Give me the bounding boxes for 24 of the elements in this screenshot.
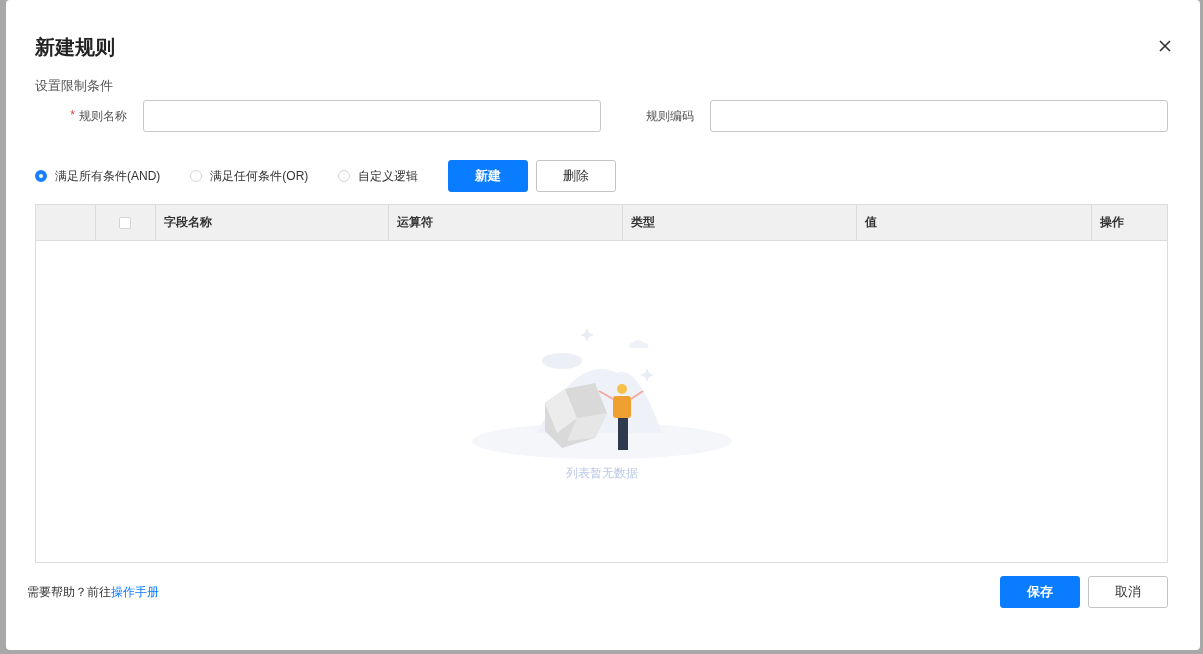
column-header: 操作	[1099, 214, 1126, 231]
secondary-button[interactable]: 取消	[1088, 576, 1168, 608]
column-header: 字段名称	[155, 205, 390, 240]
column-header: 运算符	[389, 205, 623, 240]
radio-option[interactable]: 自定义逻辑	[338, 167, 419, 185]
column-header: 值	[856, 205, 1093, 240]
close-icon[interactable]	[1158, 39, 1172, 53]
primary-button[interactable]: 保存	[1000, 576, 1080, 608]
radio-option[interactable]: 满足所有条件(AND)	[35, 167, 161, 185]
radio-option[interactable]: 满足任何条件(OR)	[190, 167, 309, 185]
manual-link[interactable]: 操作手册	[111, 584, 159, 599]
required-asterisk: *	[70, 107, 75, 124]
dialog-title: 新建规则	[35, 35, 115, 59]
secondary-button[interactable]: 删除	[536, 160, 617, 192]
section-title: 设置限制条件	[35, 77, 113, 95]
input-field[interactable]	[710, 100, 1168, 132]
field-label: 规则编码	[646, 107, 694, 125]
empty-message: 列表暂无数据	[565, 465, 638, 482]
column-header: 类型	[622, 205, 857, 240]
input-field[interactable]	[143, 100, 601, 132]
field-label: 规则名称	[79, 107, 127, 125]
help-text: 需要帮助？前往操作手册	[27, 583, 159, 601]
primary-button[interactable]: 新建	[448, 160, 529, 192]
select-all-checkbox[interactable]	[119, 216, 132, 229]
